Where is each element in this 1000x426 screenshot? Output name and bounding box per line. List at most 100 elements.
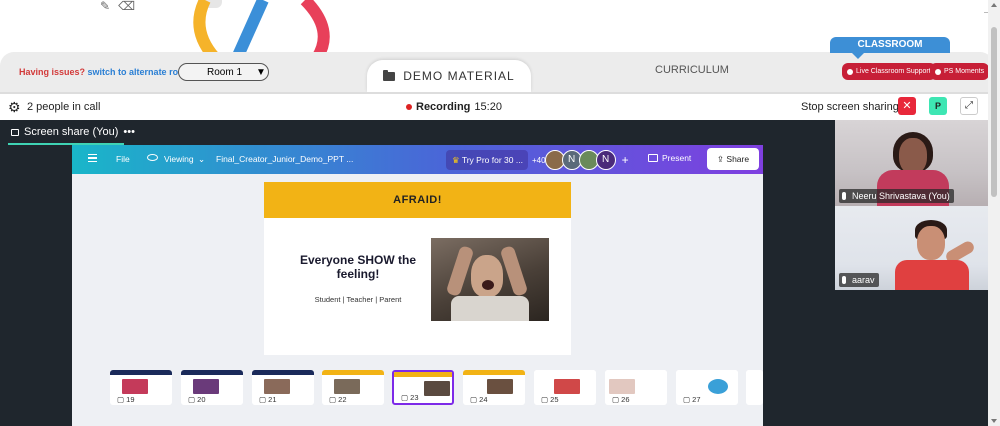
- demo-material-tab[interactable]: DEMO MATERIAL: [367, 60, 531, 92]
- demo-material-label: DEMO MATERIAL: [403, 69, 515, 83]
- slide-thumbnail[interactable]: [746, 370, 763, 405]
- slide-thumbnail-selected[interactable]: ▢ 23: [392, 370, 454, 405]
- whiteboard-tools: ✎ ⌫: [100, 0, 135, 12]
- photo-detail: [482, 280, 494, 290]
- slide-thumbnails: ▢ 19 ▢ 20 ▢ 21 ▢ 22 ▢ 23 ▢ 24 ▢ 25 ▢ 26 …: [72, 370, 763, 406]
- thumbnail-image: [424, 381, 450, 396]
- issues-notice: Having issues? switch to alternate room: [19, 67, 192, 77]
- participant-label: aarav: [839, 273, 879, 287]
- alternate-room-link[interactable]: switch to alternate room: [88, 67, 192, 77]
- expand-icon[interactable]: ⤢: [960, 97, 978, 115]
- present-label: Present: [662, 153, 692, 163]
- support-icon: [847, 68, 853, 75]
- mic-icon: [842, 192, 846, 200]
- room-select[interactable]: Room 1 ▼: [178, 63, 269, 81]
- gear-icon[interactable]: ⚙: [8, 99, 21, 116]
- participants-empty-area: [835, 290, 988, 426]
- mic-icon: [842, 276, 846, 284]
- try-pro-label: Try Pro for 30 ...: [461, 155, 523, 165]
- slide-thumbnail[interactable]: ▢ 20: [181, 370, 243, 405]
- recording-indicator: Recording 15:20: [406, 101, 502, 113]
- thumbnail-number: ▢ 25: [539, 395, 561, 404]
- recording-label: Recording: [416, 101, 471, 113]
- slide-thumbnail[interactable]: ▢ 25: [534, 370, 596, 405]
- photo-detail: [445, 245, 475, 297]
- participant-avatar-button[interactable]: P: [929, 97, 947, 115]
- eraser-icon[interactable]: ⌫: [118, 0, 135, 12]
- slide-title: Everyone SHOW the feeling!: [299, 253, 417, 281]
- file-menu[interactable]: File: [116, 154, 130, 164]
- document-title[interactable]: Final_Creator_Junior_Demo_PPT ...: [216, 154, 353, 164]
- room-value: Room 1: [207, 66, 243, 78]
- folder-icon: [383, 69, 396, 81]
- menu-icon[interactable]: [88, 154, 97, 162]
- photo-detail: [471, 255, 503, 297]
- slide-thumbnail[interactable]: ▢ 27: [676, 370, 738, 405]
- slide-thumbnail[interactable]: ▢ 26: [605, 370, 667, 405]
- thumbnail-number: ▢ 27: [681, 395, 703, 404]
- share-button[interactable]: ⇪ Share: [707, 148, 759, 170]
- classroom-tab-pointer: [852, 53, 864, 59]
- thumbnail-image: [708, 379, 728, 394]
- live-support-button[interactable]: Live Classroom Support: [842, 63, 936, 80]
- participant-name: aarav: [852, 275, 875, 285]
- slide-thumbnail[interactable]: ▢ 21: [252, 370, 314, 405]
- recording-time: 15:20: [474, 101, 502, 113]
- slide-thumbnail[interactable]: ▢ 24: [463, 370, 525, 405]
- thumbnail-number: ▢ 26: [610, 395, 632, 404]
- present-button[interactable]: Present: [648, 153, 691, 163]
- participant-tile[interactable]: Neeru Shrivastava (You): [835, 120, 988, 206]
- caret-down-icon: ▼: [256, 66, 266, 78]
- plus-icon[interactable]: +: [622, 153, 629, 167]
- thumbnail-image: [609, 379, 635, 394]
- photo-detail: [451, 296, 529, 321]
- app-root: ✎ ⌫ Having issues? switch to alternate r…: [0, 0, 1000, 426]
- participant-video: [917, 226, 945, 260]
- ps-moments-label: PS Moments: [944, 68, 985, 75]
- collaborator-avatars[interactable]: +40 N N +: [532, 148, 629, 172]
- live-support-label: Live Classroom Support: [856, 68, 931, 75]
- thumbnail-number: ▢ 19: [115, 395, 137, 404]
- participant-name: Neeru Shrivastava (You): [852, 191, 950, 201]
- slide-photo: [431, 238, 549, 321]
- thumbnail-image: [554, 379, 580, 394]
- ps-moments-button[interactable]: PS Moments: [930, 63, 990, 80]
- scroll-up-icon[interactable]: [991, 3, 997, 7]
- recording-dot-icon: [406, 104, 412, 110]
- thumbnail-number: ▢ 23: [399, 393, 421, 402]
- screen-share-tab[interactable]: Screen share (You) •••: [11, 126, 135, 138]
- viewing-dropdown[interactable]: Viewing: [164, 154, 194, 164]
- slide-thumbnail[interactable]: ▢ 19: [110, 370, 172, 405]
- thumbnail-number: ▢ 20: [186, 395, 208, 404]
- avatar-n: N: [595, 150, 616, 170]
- participant-label: Neeru Shrivastava (You): [839, 189, 954, 203]
- monitor-icon: [11, 128, 19, 136]
- slide-header: AFRAID!: [264, 182, 571, 218]
- more-icon[interactable]: •••: [123, 126, 135, 138]
- pencil-icon[interactable]: ✎: [100, 0, 110, 12]
- eye-icon: [147, 154, 158, 161]
- participant-video: [895, 260, 969, 290]
- scroll-down-icon[interactable]: [991, 419, 997, 423]
- stop-sharing-button[interactable]: ✕: [898, 97, 916, 115]
- try-pro-button[interactable]: ♛ Try Pro for 30 ...: [446, 150, 528, 170]
- participant-tile[interactable]: aarav: [835, 206, 988, 290]
- screen-share-label: Screen share (You): [24, 126, 119, 138]
- shared-canva-editor: File Viewing ⌄ Final_Creator_Junior_Demo…: [72, 145, 763, 426]
- curriculum-tab[interactable]: CURRICULUM: [655, 64, 729, 76]
- slide-thumbnail[interactable]: ▢ 22: [322, 370, 384, 405]
- share-label: Share: [726, 154, 750, 164]
- people-count: 2 people in call: [27, 101, 101, 113]
- editor-footer: [72, 418, 763, 426]
- thumbnail-image: [193, 379, 219, 394]
- thumbnail-image: [334, 379, 360, 394]
- chevron-down-icon: ⌄: [198, 154, 206, 164]
- page-scrollbar[interactable]: [988, 0, 1000, 426]
- scroll-thumb[interactable]: [991, 27, 997, 197]
- thumbnail-number: ▢ 24: [468, 395, 490, 404]
- classroom-tab[interactable]: CLASSROOM: [830, 37, 950, 53]
- thumbnail-number: ▢ 22: [327, 395, 349, 404]
- thumbnail-image: [487, 379, 513, 394]
- current-slide[interactable]: AFRAID! Everyone SHOW the feeling! Stude…: [264, 182, 571, 355]
- camera-icon: [935, 68, 941, 75]
